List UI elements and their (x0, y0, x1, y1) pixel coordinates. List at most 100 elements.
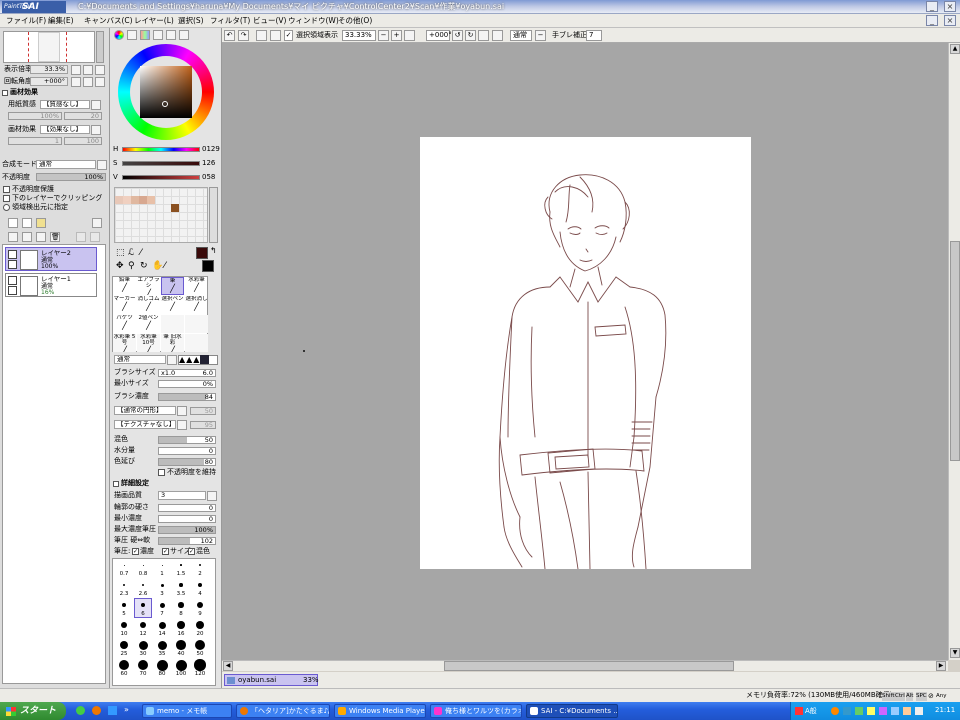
scroll-right-icon[interactable]: ▶ (936, 661, 946, 671)
brush-size-dot[interactable] (123, 564, 125, 566)
brush-tool-slot[interactable]: エアブラシ ╱ (137, 277, 160, 295)
menu-select[interactable]: 選択(S) (178, 15, 204, 27)
zoom-in-button[interactable]: + (391, 30, 402, 41)
rotate-icon[interactable]: ↻ (140, 261, 148, 271)
main-color-swatch[interactable] (196, 247, 208, 259)
detail-settings-header[interactable]: 詳細設定 (121, 479, 149, 488)
quality-select[interactable]: 3 (158, 491, 206, 500)
nav-rotate-reset-button[interactable] (95, 77, 105, 87)
brush-tool-slot[interactable]: 水彩筆 10号 ╱ (137, 334, 160, 352)
brush-size-dot[interactable] (160, 583, 164, 587)
tray-icon-7[interactable] (891, 707, 899, 715)
brush-size-dot[interactable] (178, 602, 184, 608)
nav-zoom-out-button[interactable] (71, 65, 81, 75)
menu-other[interactable]: その他(O) (338, 15, 372, 27)
min-size-slider[interactable]: 0% (158, 380, 216, 388)
menu-window[interactable]: ウィンドウ(W) (288, 15, 339, 27)
task-media-player[interactable]: Windows Media Player (334, 704, 426, 718)
tray-icon-2[interactable] (831, 707, 839, 715)
brush-size-slider[interactable]: x1.0 6.0 (158, 369, 216, 377)
apply-mask-icon[interactable] (90, 232, 100, 242)
paper-effect-strength[interactable]: 100 (64, 137, 102, 145)
rotate-right-button[interactable]: ↻ (465, 30, 476, 41)
brush-size-dot[interactable] (179, 583, 183, 587)
rotation-field[interactable]: +000° (426, 30, 452, 41)
eyedropper-icon[interactable]: ⁄ (164, 261, 166, 271)
lock-icon[interactable] (8, 260, 17, 269)
minimize-button[interactable]: _ (926, 1, 938, 12)
tray-icon-4[interactable] (855, 707, 863, 715)
sv-square[interactable] (140, 66, 192, 118)
redo-button[interactable]: ↷ (238, 30, 249, 41)
task-memo[interactable]: memo - メモ帳 (142, 704, 232, 718)
brush-size-dot[interactable] (197, 602, 203, 608)
brush-size-dot[interactable] (123, 584, 125, 586)
tray-icon-3[interactable] (843, 707, 851, 715)
drawing-canvas[interactable] (420, 137, 751, 569)
ime-indicator[interactable]: A般 (805, 706, 817, 716)
rect-select-icon[interactable]: ⬚ (116, 248, 125, 258)
layer-blend-select[interactable]: 通常 (36, 160, 96, 169)
quality-dropdown[interactable] (207, 491, 217, 501)
nav-rotate-right-button[interactable] (83, 77, 93, 87)
flip-button[interactable] (492, 30, 503, 41)
transfer-down-icon[interactable] (8, 232, 18, 242)
scroll-left-icon[interactable]: ◀ (223, 661, 233, 671)
menu-layer[interactable]: レイヤー(L) (134, 15, 174, 27)
brush-tool-slot[interactable]: 2値ペン ╱ (137, 315, 160, 333)
hsv-slider-mode-icon[interactable] (140, 30, 150, 40)
brush-size-dot[interactable] (158, 621, 166, 629)
navigator-preview[interactable] (3, 31, 95, 63)
menu-edit[interactable]: 編集(E) (48, 15, 74, 27)
zoom-icon[interactable]: ⚲ (128, 261, 135, 271)
brush-shape-strength[interactable]: 50 (190, 407, 216, 415)
brush-shape-select[interactable]: 【通常の円形】 (114, 406, 176, 415)
zoom-out-button[interactable]: − (378, 30, 389, 41)
water-slider[interactable]: 0 (158, 447, 216, 455)
selection-source-checkbox[interactable] (3, 204, 10, 211)
doc-minimize-button[interactable]: _ (926, 15, 938, 26)
brush-size-dot[interactable] (194, 659, 206, 671)
tray-icon-8[interactable] (903, 707, 911, 715)
merge-down-icon[interactable] (22, 232, 32, 242)
swatches-mode-icon[interactable] (166, 30, 176, 40)
saturation-slider[interactable] (122, 161, 200, 166)
rotate-reset-button[interactable] (478, 30, 489, 41)
paper-effect-width[interactable]: 1 (8, 137, 62, 145)
blend-mode-field[interactable]: 通常 (510, 30, 532, 41)
pressure-blend-checkbox[interactable]: ✓ (188, 548, 195, 555)
sub-color-swatch[interactable] (202, 260, 214, 272)
quicklaunch-icon-3[interactable] (108, 706, 117, 715)
deselect-button[interactable] (256, 30, 267, 41)
brush-size-dot[interactable] (156, 659, 168, 671)
layer-item[interactable]: レイヤー2 通常 100% (5, 247, 97, 271)
brush-tool-slot[interactable]: 選択ペン ╱ (161, 296, 184, 314)
task-firefox[interactable]: 「ヘタリア]かたぐるま♪/... (236, 704, 330, 718)
brush-tool-slot[interactable]: 消しゴム ╱ (137, 296, 160, 314)
brush-blend-mode[interactable]: 通常 (114, 355, 166, 364)
brush-size-dot[interactable] (175, 659, 187, 671)
brush-size-dot[interactable] (119, 660, 129, 670)
selection-checkbox[interactable]: ✓ (284, 30, 293, 41)
brush-size-dot[interactable] (198, 583, 202, 587)
pressure-slider[interactable]: 102 (158, 537, 216, 545)
clipping-checkbox[interactable] (3, 195, 10, 202)
layer-blend-dropdown[interactable] (97, 160, 107, 170)
brush-texture-select[interactable]: 【テクスチャなし】 (114, 420, 176, 429)
brush-size-dot[interactable] (122, 603, 126, 607)
nav-rotate-left-button[interactable] (71, 77, 81, 87)
horizontal-scrollbar[interactable]: ◀ ▶ (222, 660, 948, 671)
brush-texture-dropdown[interactable] (177, 420, 187, 430)
rotate-left-button[interactable]: ↺ (452, 30, 463, 41)
tray-icon-5[interactable] (867, 707, 875, 715)
firefox-icon[interactable] (92, 706, 101, 715)
stabilizer-field[interactable]: 7 (586, 30, 602, 41)
visibility-icon[interactable] (8, 276, 17, 285)
paper-effect-dropdown[interactable] (91, 125, 101, 135)
pressure-size-checkbox[interactable]: ✓ (162, 548, 169, 555)
paper-effect-header[interactable]: 画材効果 (10, 88, 38, 97)
swatch-scrollbar[interactable] (209, 187, 218, 243)
blend-slider[interactable]: 50 (158, 436, 216, 444)
layer-mask-icon[interactable] (76, 232, 86, 242)
brush-tool-slot[interactable] (185, 334, 208, 352)
